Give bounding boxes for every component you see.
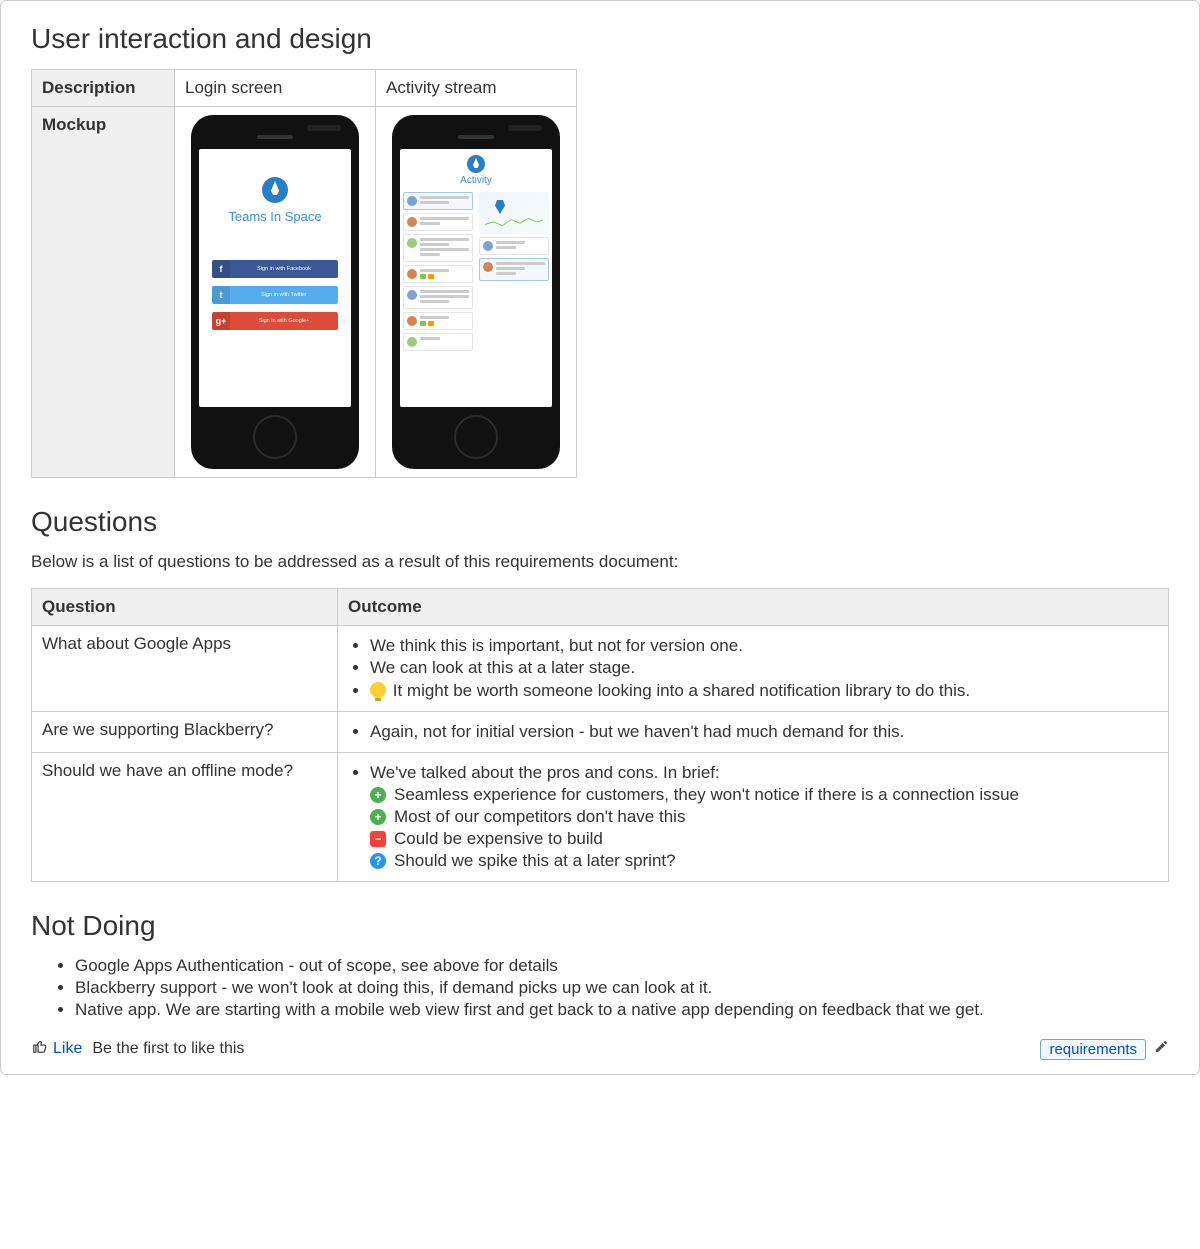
- section-heading-not-doing: Not Doing: [31, 910, 1169, 942]
- first-like-text: Be the first to like this: [92, 1040, 244, 1058]
- like-label: Like: [53, 1040, 82, 1058]
- section-heading-design: User interaction and design: [31, 23, 1169, 55]
- outcome-cell: Again, not for initial version - but we …: [338, 712, 1169, 753]
- outcome-item: We can look at this at a later stage.: [370, 658, 1158, 678]
- bulb-icon: [370, 682, 386, 698]
- login-twitter-button[interactable]: tSign in with Twitter: [212, 286, 338, 304]
- login-google-button[interactable]: g+Sign in with Google+: [212, 312, 338, 330]
- outcome-cell: We think this is important, but not for …: [338, 626, 1169, 712]
- activity-screen: Activity: [400, 149, 552, 407]
- design-row-label-description: Description: [32, 70, 175, 107]
- like-button[interactable]: Like: [31, 1038, 82, 1060]
- outcome-item: We think this is important, but not for …: [370, 636, 1158, 656]
- plus-icon: +: [370, 787, 386, 803]
- mockup-login: Teams In Space fSign in with FacebooktSi…: [175, 107, 376, 478]
- table-row: Are we supporting Blackberry? Again, not …: [32, 712, 1169, 753]
- google-icon: g+: [212, 312, 230, 330]
- phone-home-button: [454, 415, 498, 459]
- qmark-icon: ?: [370, 853, 386, 869]
- phone-login: Teams In Space fSign in with FacebooktSi…: [191, 115, 359, 469]
- login-facebook-button[interactable]: fSign in with Facebook: [212, 260, 338, 278]
- design-row-label-mockup: Mockup: [32, 107, 175, 478]
- outcome-subitem: + Seamless experience for customers, they…: [370, 785, 1158, 805]
- question-cell: What about Google Apps: [32, 626, 338, 712]
- minus-icon: −: [370, 831, 386, 847]
- rocket-logo-icon: [262, 177, 288, 203]
- not-doing-list: Google Apps Authentication - out of scop…: [31, 956, 1169, 1020]
- twitter-icon: t: [212, 286, 230, 304]
- outcome-subitem: ? Should we spike this at a later sprint?: [370, 851, 1158, 871]
- questions-col-question: Question: [32, 589, 338, 626]
- mockup-activity: Activity: [376, 107, 577, 478]
- not-doing-item: Blackberry support - we won't look at do…: [75, 978, 1169, 998]
- login-button-label: Sign in with Google+: [230, 318, 338, 324]
- tag-pill[interactable]: requirements: [1040, 1039, 1146, 1060]
- outcome-item: Again, not for initial version - but we …: [370, 722, 1158, 742]
- question-cell: Are we supporting Blackberry?: [32, 712, 338, 753]
- outcome-cell: We've talked about the pros and cons. In…: [338, 753, 1169, 882]
- question-cell: Should we have an offline mode?: [32, 753, 338, 882]
- design-table: Description Login screen Activity stream…: [31, 69, 577, 478]
- questions-table: Question Outcome What about Google AppsW…: [31, 588, 1169, 882]
- document-page: User interaction and design Description …: [0, 0, 1200, 1075]
- section-heading-questions: Questions: [31, 506, 1169, 538]
- activity-title: Activity: [400, 175, 552, 186]
- outcome-subitem-text: Should we spike this at a later sprint?: [394, 851, 1158, 871]
- outcome-subitem-text: Could be expensive to build: [394, 829, 1158, 849]
- login-button-label: Sign in with Facebook: [230, 266, 338, 272]
- login-screen: Teams In Space fSign in with FacebooktSi…: [199, 149, 351, 407]
- not-doing-item: Google Apps Authentication - out of scop…: [75, 956, 1169, 976]
- phone-home-button: [253, 415, 297, 459]
- questions-intro: Below is a list of questions to be addre…: [31, 552, 1169, 572]
- outcome-subitem-text: Most of our competitors don't have this: [394, 807, 1158, 827]
- table-row: What about Google Apps We think this is i…: [32, 626, 1169, 712]
- login-app-name: Teams In Space: [228, 209, 321, 224]
- thumb-up-icon: [31, 1038, 48, 1060]
- outcome-item: It might be worth someone looking into a…: [370, 680, 1158, 701]
- phone-activity: Activity: [392, 115, 560, 469]
- outcome-subitem-text: Seamless experience for customers, they …: [394, 785, 1158, 805]
- facebook-icon: f: [212, 260, 230, 278]
- not-doing-item: Native app. We are starting with a mobil…: [75, 1000, 1169, 1020]
- outcome-subitem: + Most of our competitors don't have this: [370, 807, 1158, 827]
- design-col-title-1: Activity stream: [376, 70, 577, 107]
- edit-tags-icon[interactable]: [1154, 1039, 1169, 1059]
- design-col-title-0: Login screen: [175, 70, 376, 107]
- rocket-logo-icon: [467, 155, 485, 173]
- outcome-item: We've talked about the pros and cons. In…: [370, 763, 1158, 871]
- login-button-label: Sign in with Twitter: [230, 292, 338, 298]
- outcome-subitem: −Could be expensive to build: [370, 829, 1158, 849]
- table-row: Should we have an offline mode? We've tal…: [32, 753, 1169, 882]
- page-footer: Like Be the first to like this requireme…: [31, 1038, 1169, 1060]
- questions-col-outcome: Outcome: [338, 589, 1169, 626]
- plus-icon: +: [370, 809, 386, 825]
- map-tile: [479, 192, 549, 234]
